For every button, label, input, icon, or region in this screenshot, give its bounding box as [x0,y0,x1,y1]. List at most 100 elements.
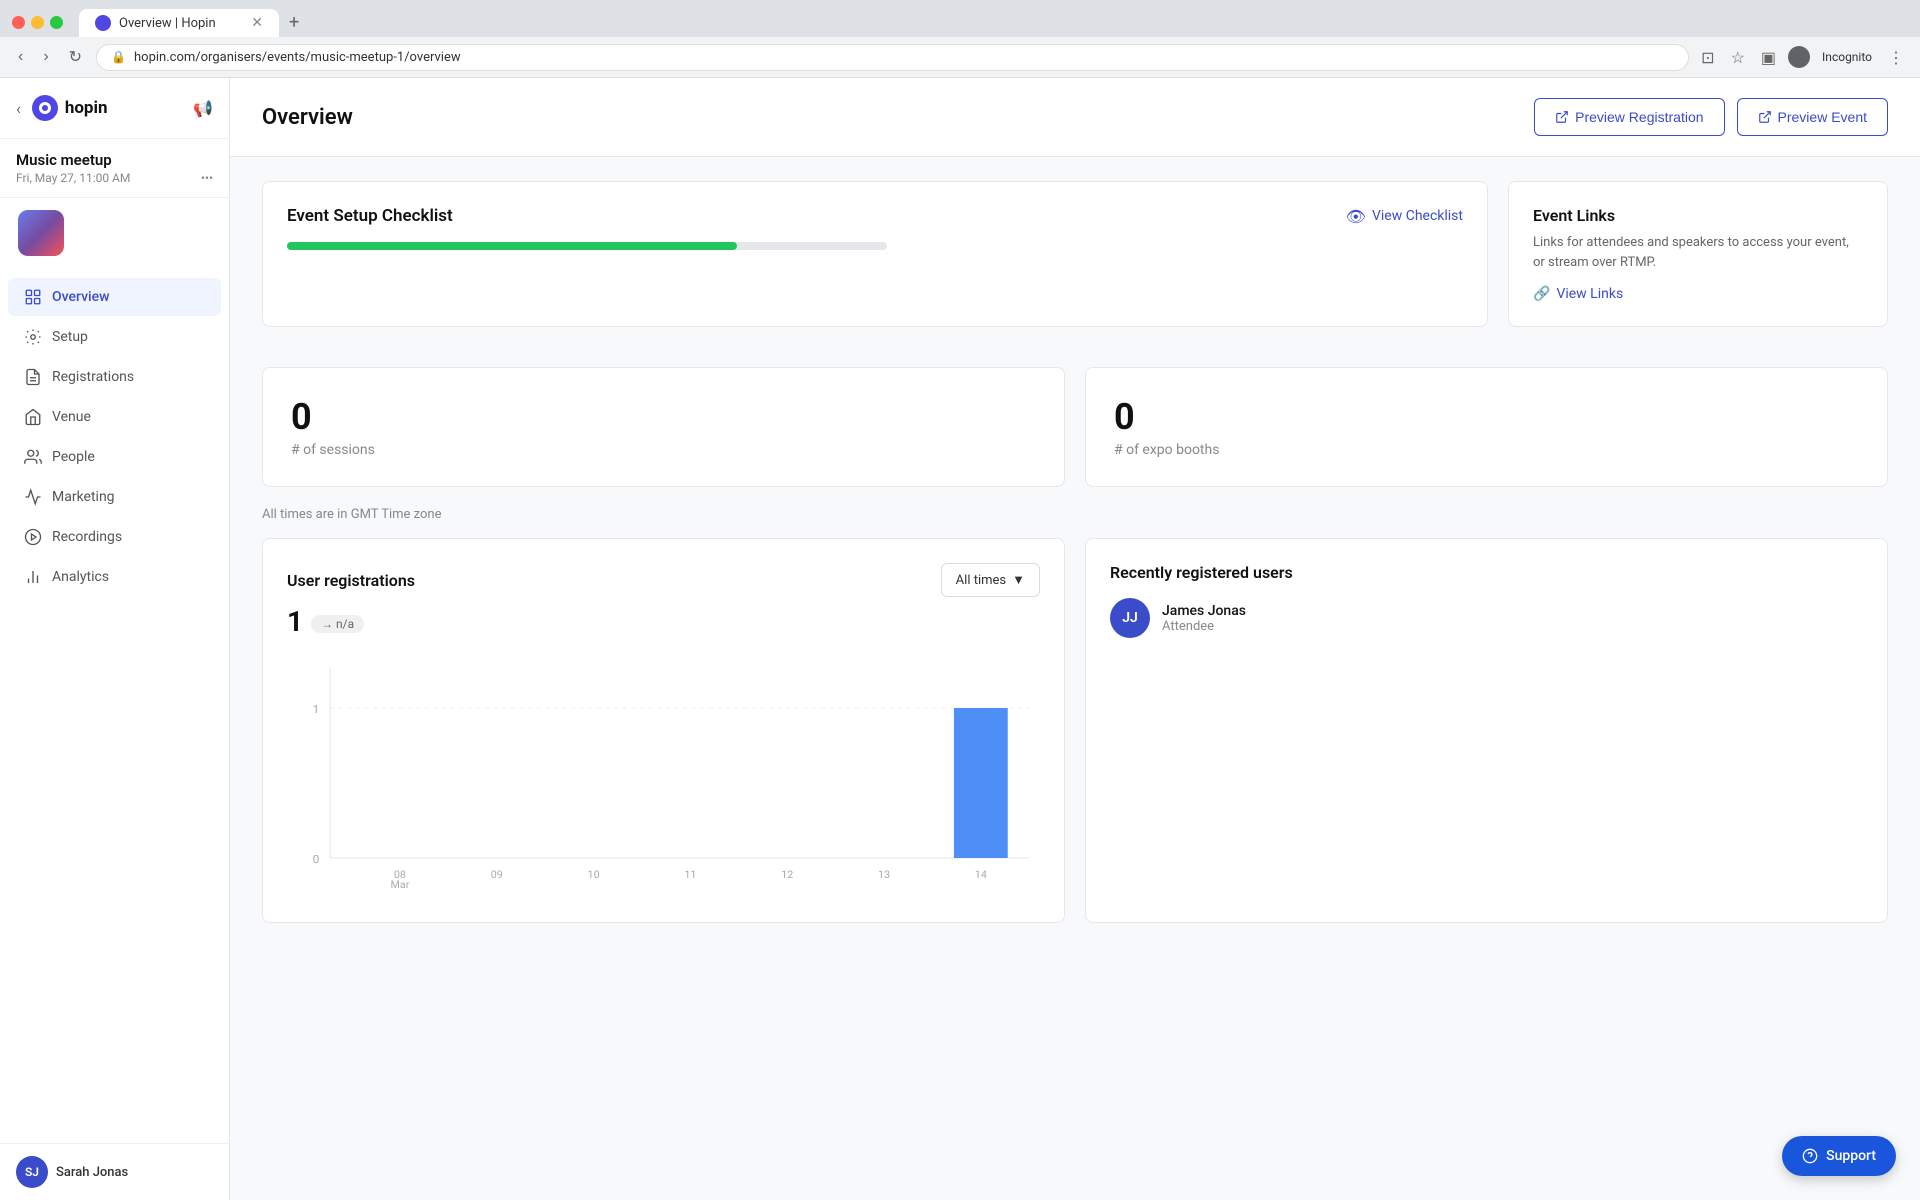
url-text: hopin.com/organisers/events/music-meetup… [134,50,461,65]
sidebar-item-analytics[interactable]: Analytics [8,558,221,596]
user-item-details: James Jonas Attendee [1162,603,1246,634]
cast-icon[interactable]: ⊡ [1697,44,1718,71]
view-links-button[interactable]: 🔗 View Links [1533,286,1863,302]
user-name: Sarah Jonas [56,1165,128,1180]
chart-filter-dropdown[interactable]: All times ▼ [941,563,1040,597]
external-link-icon [1555,110,1569,124]
back-button[interactable]: ‹ [12,44,29,70]
bar-chart-svg: 1 0 [287,658,1040,898]
chart-total-count: 1 [287,605,303,638]
checklist-header-row: Event Setup Checklist 👁 View Checklist [287,206,1463,226]
registrations-icon [24,368,42,386]
svg-text:12: 12 [781,868,793,881]
maximize-window-dot[interactable] [50,16,63,29]
sidebar-item-marketing-label: Marketing [52,489,115,505]
sidebar-item-marketing[interactable]: Marketing [8,478,221,516]
top-section: Event Setup Checklist 👁 View Checklist E… [262,181,1888,347]
filter-label: All times [956,573,1006,588]
address-bar[interactable]: 🔒 hopin.com/organisers/events/music-meet… [96,44,1689,71]
stats-row: 0 # of sessions 0 # of expo booths [262,367,1888,487]
sidebar-item-venue-label: Venue [52,409,91,425]
svg-text:11: 11 [684,868,696,881]
view-checklist-label: View Checklist [1372,208,1463,224]
james-jones-avatar: JJ [1110,598,1150,638]
link-icon: 🔗 [1533,286,1550,302]
incognito-label: Incognito [1818,46,1876,68]
sidebar-header: ‹ hopin 📢 [0,78,229,139]
bookmark-icon[interactable]: ☆ [1727,44,1749,71]
refresh-button[interactable]: ↻ [63,43,88,71]
main-content: Overview Preview Registration Preview Ev… [230,78,1920,1200]
people-icon [24,448,42,466]
checklist-title: Event Setup Checklist [287,206,453,226]
sidebar-item-people[interactable]: People [8,438,221,476]
header-actions: Preview Registration Preview Event [1534,98,1888,136]
sessions-stat-card: 0 # of sessions [262,367,1065,487]
tab-close-button[interactable]: ✕ [251,15,263,31]
sidebar-toggle-icon[interactable]: ▣ [1757,44,1780,71]
back-arrow-icon[interactable]: ‹ [16,99,21,118]
svg-text:14: 14 [975,868,987,881]
sidebar-item-analytics-label: Analytics [52,569,109,585]
new-tab-button[interactable]: + [279,8,309,37]
sidebar-nav: Overview Setup Registrations Venue Peopl… [0,268,229,1143]
browser-chrome: Overview | Hopin ✕ + ‹ › ↻ 🔒 hopin.com/o… [0,0,1920,78]
forward-button[interactable]: › [37,44,54,70]
chart-section-row: User registrations All times ▼ 1 → n/a [262,538,1888,923]
sidebar-item-people-label: People [52,449,95,465]
sidebar-item-overview[interactable]: Overview [8,278,221,316]
app-layout: ‹ hopin 📢 Music meetup Fri, May 27, 11:0… [0,78,1920,1200]
timezone-note: All times are in GMT Time zone [262,507,1888,522]
notification-icon[interactable]: 📢 [193,99,213,118]
support-icon [1802,1148,1818,1164]
sidebar-item-setup[interactable]: Setup [8,318,221,356]
svg-text:13: 13 [878,868,890,881]
sidebar-item-recordings[interactable]: Recordings [8,518,221,556]
svg-text:0: 0 [313,852,320,865]
recently-registered-card: Recently registered users JJ James Jonas… [1085,538,1888,923]
tab-title: Overview | Hopin [119,16,216,31]
profile-avatar[interactable] [1788,46,1810,68]
user-avatar: SJ [16,1156,48,1188]
browser-tabs: Overview | Hopin ✕ + [79,8,309,37]
checklist-card: Event Setup Checklist 👁 View Checklist [262,181,1488,327]
browser-menu-icon[interactable]: ⋮ [1884,44,1908,71]
chart-area: 1 0 [287,658,1040,898]
sidebar-item-venue[interactable]: Venue [8,398,221,436]
view-links-label: View Links [1556,286,1623,302]
close-window-dot[interactable] [12,16,25,29]
user-list-item: JJ James Jonas Attendee [1110,598,1863,638]
event-info-section: Music meetup Fri, May 27, 11:00 AM ••• [0,139,229,198]
event-links-title: Event Links [1533,206,1863,225]
support-button[interactable]: Support [1782,1136,1896,1176]
checklist-progress-bar [287,242,887,250]
event-date-text: Fri, May 27, 11:00 AM [16,171,130,185]
view-checklist-button[interactable]: 👁 View Checklist [1346,207,1463,226]
hopin-logo: hopin [31,94,108,122]
chart-title: User registrations [287,571,415,590]
event-options-button[interactable]: ••• [201,171,213,185]
minimize-window-dot[interactable] [31,16,44,29]
event-links-description: Links for attendees and speakers to acce… [1533,233,1863,272]
user-registrations-card: User registrations All times ▼ 1 → n/a [262,538,1065,923]
browser-action-buttons: ⊡ ☆ ▣ Incognito ⋮ [1697,44,1908,71]
lock-icon: 🔒 [111,50,126,64]
sidebar-item-registrations[interactable]: Registrations [8,358,221,396]
analytics-icon [24,568,42,586]
user-item-name: James Jonas [1162,603,1246,619]
browser-toolbar: ‹ › ↻ 🔒 hopin.com/organisers/events/musi… [0,37,1920,78]
overview-icon [24,288,42,306]
preview-registration-label: Preview Registration [1575,109,1703,125]
tab-favicon [95,15,111,31]
svg-text:1: 1 [313,702,320,715]
svg-text:10: 10 [588,868,600,881]
preview-registration-button[interactable]: Preview Registration [1534,98,1724,136]
eye-icon: 👁 [1346,207,1366,226]
preview-event-button[interactable]: Preview Event [1737,98,1888,136]
main-header: Overview Preview Registration Preview Ev… [230,78,1920,157]
page-title: Overview [262,105,353,130]
sessions-label: # of sessions [291,442,1036,458]
event-date-row: Fri, May 27, 11:00 AM ••• [16,171,213,185]
svg-text:Mar: Mar [391,878,410,891]
active-tab[interactable]: Overview | Hopin ✕ [79,9,279,37]
